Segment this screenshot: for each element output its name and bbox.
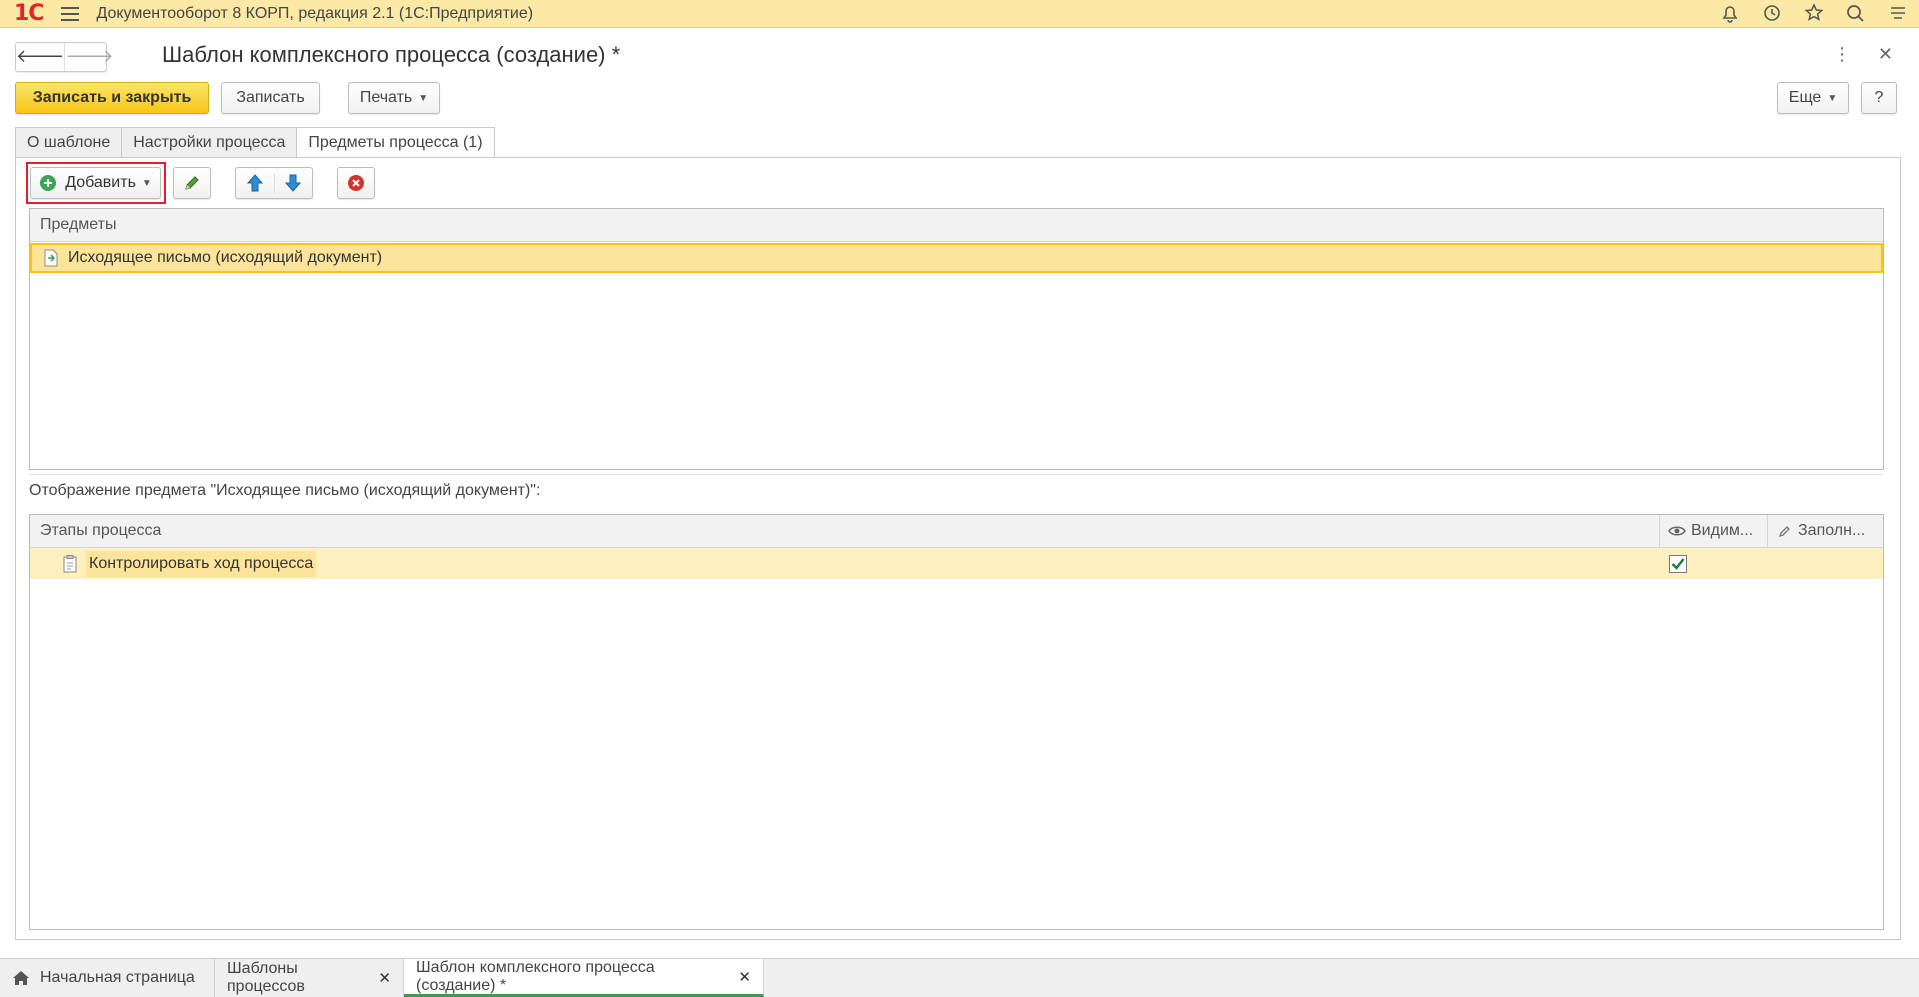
add-button[interactable]: Добавить ▼ [30,167,161,199]
delete-button[interactable] [337,167,375,199]
table-row[interactable]: Исходящее письмо (исходящий документ) [30,243,1883,273]
add-label: Добавить [65,174,136,191]
bottom-tab-bar: Начальная страница Шаблоны процессов ✕ Ш… [0,958,1919,997]
app-title-bar: 1С Документооборот 8 КОРП, редакция 2.1 … [0,0,1919,28]
close-tab-icon[interactable]: ✕ [738,968,751,986]
close-icon[interactable]: ✕ [1878,44,1893,65]
main-menu-icon[interactable] [61,6,80,21]
document-icon [42,249,60,267]
form-tabs: О шаблоне Настройки процесса Предметы пр… [15,127,495,158]
back-icon[interactable]: 🡐 [16,43,64,71]
edit-button[interactable] [173,167,211,199]
bottom-tab-label: Шаблоны процессов [227,960,305,995]
save-label: Записать [236,89,305,106]
save-button[interactable]: Записать [221,82,320,114]
move-buttons [235,167,313,199]
col-fill-header[interactable]: Заполн... [1767,515,1883,547]
subject-label: Исходящее письмо (исходящий документ) [68,249,383,266]
col-fill-label: Заполн... [1798,522,1866,539]
bottom-tab-home[interactable]: Начальная страница [0,959,215,997]
col-visible-label: Видим... [1691,522,1754,539]
close-tab-icon[interactable]: ✕ [378,969,391,987]
chevron-down-icon: ▼ [418,92,429,104]
more-button[interactable]: Еще ▼ [1777,82,1849,114]
subjects-table-header[interactable]: Предметы [30,209,1883,242]
bottom-tab-current[interactable]: Шаблон комплексного процесса (создание) … [404,959,764,997]
form-title: Шаблон комплексного процесса (создание) … [162,42,621,67]
display-caption: Отображение предмета "Исходящее письмо (… [29,482,541,499]
visible-checkbox[interactable] [1659,554,1767,573]
bell-icon[interactable] [1709,0,1751,27]
tab-process-subjects[interactable]: Предметы процесса (1) [297,127,495,158]
stage-cell: Контролировать ход процесса [30,550,1659,577]
move-up-icon[interactable] [236,173,275,193]
app-title: Документооборот 8 КОРП, редакция 2.1 (1С… [96,4,534,22]
chevron-down-icon: ▼ [141,177,152,189]
settings-menu-icon[interactable] [1877,0,1919,27]
help-button[interactable]: ? [1861,82,1897,114]
star-icon[interactable] [1793,0,1835,27]
save-and-close-label: Записать и закрыть [32,89,192,106]
pencil-icon [1778,524,1792,538]
bottom-tab-label: Начальная страница [40,969,195,986]
subjects-table: Предметы Исходящее письмо (исходящий док… [29,208,1884,470]
print-label: Печать [359,89,413,106]
eye-icon [1668,525,1686,537]
delete-icon [346,173,366,193]
chevron-down-icon: ▼ [1827,92,1838,104]
stages-table-header: Этапы процесса Видим... Заполн... [30,515,1883,548]
forward-icon[interactable]: 🡒 [64,43,114,71]
table-row[interactable]: Контролировать ход процесса [30,548,1883,579]
top-icons [1709,0,1919,27]
more-label: Еще [1788,89,1822,106]
col-stages-header[interactable]: Этапы процесса [30,515,1659,547]
stage-label: Контролировать ход процесса [86,550,317,577]
tab-about-template[interactable]: О шаблоне [15,127,123,157]
app-logo[interactable]: 1С [14,1,44,26]
search-icon[interactable] [1835,0,1877,27]
save-and-close-button[interactable]: Записать и закрыть [15,82,209,114]
bottom-tab-label: Шаблон комплексного процесса (создание) … [416,958,655,994]
bottom-tab-templates[interactable]: Шаблоны процессов ✕ [215,959,404,997]
print-button[interactable]: Печать ▼ [348,82,440,114]
plus-circle-icon [39,174,57,192]
nav-buttons: 🡐 🡒 [15,42,114,72]
tab-process-settings[interactable]: Настройки процесса [122,127,298,157]
checkbox-checked-icon [1669,554,1687,573]
stages-table: Этапы процесса Видим... Заполн... Контро… [29,514,1884,930]
move-down-icon[interactable] [275,173,313,193]
pencil-icon [182,173,202,193]
divider [29,474,1883,475]
clipboard-icon [62,554,78,573]
history-icon[interactable] [1751,0,1793,27]
col-visible-header[interactable]: Видим... [1659,515,1767,547]
help-label: ? [1874,89,1884,106]
more-options-icon[interactable]: ⋮ [1833,44,1851,65]
home-icon [12,970,30,986]
